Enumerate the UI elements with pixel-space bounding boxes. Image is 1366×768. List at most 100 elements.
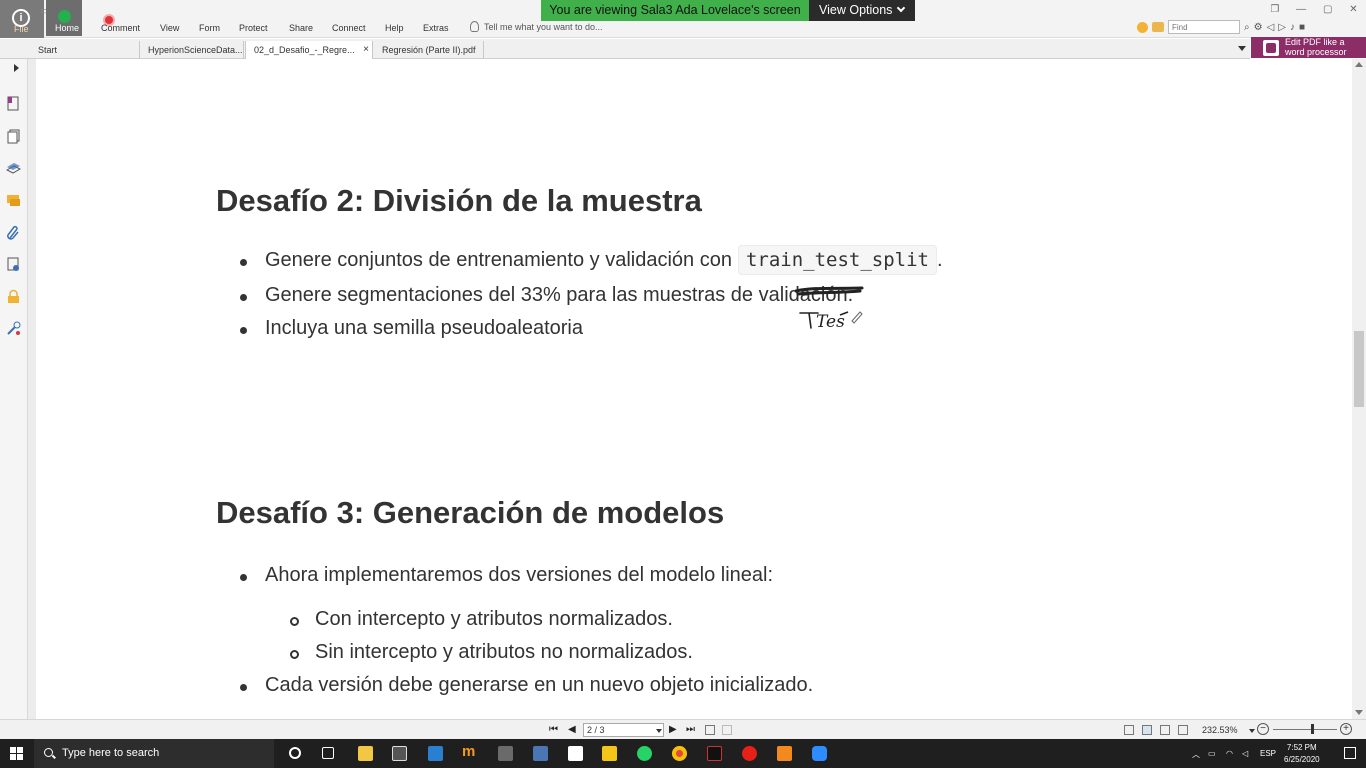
single-page-icon[interactable] (1124, 725, 1134, 735)
gear-icon[interactable]: ⚙ (1254, 22, 1263, 33)
tab-hyperion[interactable]: HyperionScienceData... (140, 41, 244, 59)
terminal-icon[interactable] (707, 746, 722, 761)
comments-panel-icon[interactable] (6, 193, 21, 208)
menu-view[interactable]: View (160, 23, 179, 33)
tell-me-text: Tell me what you want to do... (484, 21, 603, 32)
tab-start[interactable]: Start (30, 41, 140, 59)
menu-home[interactable]: Home (55, 23, 79, 33)
navigation-sidebar (0, 59, 28, 719)
pages-panel-icon[interactable] (6, 129, 21, 144)
store-icon[interactable] (392, 746, 407, 761)
cortana-icon[interactable] (289, 747, 301, 759)
menu-form[interactable]: Form (199, 23, 220, 33)
volume-icon[interactable]: ◁ (1242, 749, 1248, 758)
lock-icon[interactable] (6, 289, 21, 304)
zoom-out-icon[interactable]: − (1257, 723, 1269, 735)
close-tab-icon[interactable]: × (363, 41, 369, 59)
signature-panel-icon[interactable] (6, 257, 21, 272)
next-page-icon[interactable]: ▶ (669, 724, 677, 735)
menu-share[interactable]: Share (289, 23, 313, 33)
moodle-icon[interactable]: m (462, 743, 477, 760)
vertical-scrollbar[interactable] (1352, 59, 1366, 719)
zoom-slider-thumb[interactable] (1311, 724, 1314, 734)
menu-extras[interactable]: Extras (423, 23, 449, 33)
scroll-thumb[interactable] (1354, 331, 1364, 407)
view-options-button[interactable]: View Options (809, 0, 915, 21)
whatsapp-icon[interactable] (637, 746, 652, 761)
search-icon[interactable]: ⌕ (1244, 22, 1250, 33)
tabs-dropdown-icon[interactable] (1238, 46, 1246, 51)
menu-protect[interactable]: Protect (239, 23, 268, 33)
scroll-up-icon[interactable] (1355, 62, 1363, 67)
page-number-input[interactable] (583, 723, 664, 737)
fit-width-icon[interactable] (722, 725, 732, 735)
list-item-text: Incluya una semilla pseudoaleatoria (265, 317, 583, 339)
menu-help[interactable]: Help (385, 23, 404, 33)
user-icon[interactable]: ■ (1299, 22, 1305, 33)
notepad-icon[interactable] (568, 746, 583, 761)
list-item: Incluya una semilla pseudoaleatoria (240, 317, 583, 340)
maximize-icon[interactable]: ▢ (1323, 4, 1332, 15)
sidebar-toggle-icon[interactable] (14, 64, 19, 72)
menu-comment[interactable]: Comment (101, 23, 140, 33)
minimize-icon[interactable]: — (1296, 4, 1306, 15)
forward-icon[interactable]: ▷ (1278, 22, 1286, 33)
facing-icon[interactable] (1160, 725, 1170, 735)
document-margin (28, 59, 36, 719)
view-options-label: View Options (819, 3, 893, 17)
pdf-page[interactable]: Desafío 2: División de la muestra Genere… (36, 59, 1352, 719)
tray-chevron-icon[interactable]: ︿ (1192, 749, 1200, 760)
bullet-icon (240, 294, 247, 301)
settings-app-icon[interactable] (498, 746, 513, 761)
back-icon[interactable]: ◁ (1267, 22, 1275, 33)
snipping-tool-icon[interactable] (533, 746, 548, 761)
zoom-in-icon[interactable]: + (1340, 723, 1352, 735)
battery-icon[interactable]: ▭ (1208, 749, 1216, 758)
task-view-icon[interactable] (322, 747, 334, 759)
previous-page-icon[interactable]: ◀ (568, 724, 576, 735)
windows-start-icon[interactable] (10, 747, 23, 760)
file-explorer-icon[interactable] (358, 746, 373, 761)
close-icon[interactable]: ✕ (1349, 4, 1357, 15)
fit-page-icon[interactable] (705, 725, 715, 735)
chrome-icon[interactable] (672, 746, 687, 761)
taskbar-search[interactable]: Type here to search (34, 739, 274, 768)
bell-icon[interactable]: ♪ (1290, 22, 1295, 33)
notification-center-icon[interactable] (1344, 747, 1356, 759)
zoom-level[interactable]: 232.53% (1202, 725, 1238, 735)
tools-panel-icon[interactable] (6, 321, 21, 336)
calendar-app-icon[interactable] (428, 746, 443, 761)
menu-connect[interactable]: Connect (332, 23, 366, 33)
restore-icon[interactable]: ❐ (1270, 4, 1279, 15)
continuous-icon[interactable] (1142, 725, 1152, 735)
smiley-icon[interactable] (1137, 21, 1148, 33)
bookmark-panel-icon[interactable] (6, 96, 21, 111)
zoom-slider[interactable] (1273, 729, 1337, 730)
tab-desafio-active[interactable]: 02_d_Desafio_-_Regre... × (245, 41, 373, 59)
page-dropdown-icon[interactable] (656, 729, 662, 733)
scroll-down-icon[interactable] (1355, 710, 1363, 715)
continuous-facing-icon[interactable] (1178, 725, 1188, 735)
folder-icon[interactable] (1152, 22, 1164, 32)
bullet-icon (240, 327, 247, 334)
find-input[interactable] (1168, 20, 1240, 34)
ink-annotation[interactable]: Tes (794, 281, 866, 333)
youtube-music-icon[interactable] (742, 746, 757, 761)
tab-regresion[interactable]: Regresión (Parte II).pdf (374, 41, 484, 59)
first-page-icon[interactable]: ⏮ (549, 724, 558, 735)
edit-pdf-promo[interactable]: Edit PDF like a word processor (1251, 37, 1366, 58)
attachment-icon[interactable] (6, 225, 21, 240)
photos-icon[interactable] (602, 746, 617, 761)
zoom-app-icon[interactable] (812, 746, 827, 761)
wifi-icon[interactable]: ◠ (1226, 749, 1233, 758)
pdf-reader-app-icon[interactable] (777, 746, 792, 761)
bullet-icon (240, 259, 247, 266)
clock[interactable]: 7:52 PM 6/25/2020 (1284, 742, 1320, 766)
heading-desafio-2: Desafío 2: División de la muestra (216, 183, 702, 218)
zoom-dropdown-icon[interactable] (1249, 729, 1255, 733)
tell-me-search[interactable]: Tell me what you want to do... (470, 21, 603, 32)
file-menu-button[interactable]: i File (0, 0, 44, 38)
layers-panel-icon[interactable] (5, 161, 22, 176)
last-page-icon[interactable]: ⏭ (686, 724, 695, 735)
input-language[interactable]: ESP (1260, 749, 1276, 758)
